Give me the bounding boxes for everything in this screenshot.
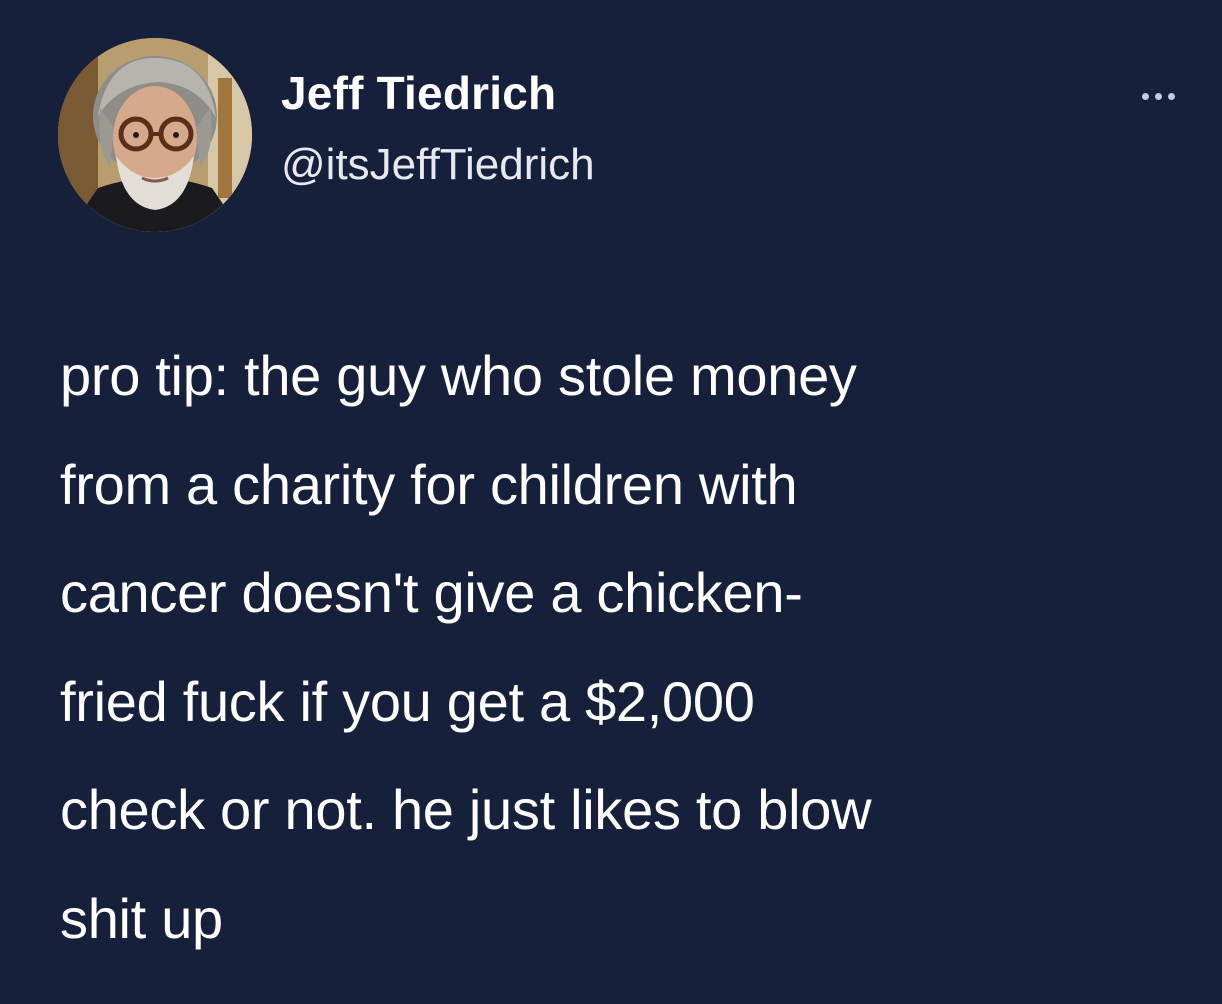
more-options-icon [1141,92,1149,100]
avatar[interactable] [58,38,252,232]
tweet-text-line: from a charity for children with [60,452,798,516]
more-options-icon [1154,92,1162,100]
author-name[interactable]: Jeff Tiedrich [281,66,556,120]
tweet-text-line: check or not. he just likes to blow [60,778,872,841]
more-options-icon [1167,92,1175,100]
tweet-text-line: shit up [60,886,223,950]
tweet-text-line: fried fuck if you get a $2,000 [60,669,755,733]
author-handle[interactable]: @itsJeffTiedrich [281,140,595,190]
tweet-text-line: pro tip: the guy who stole money [60,344,857,407]
profile-photo-icon [58,38,252,232]
more-options-button[interactable] [1128,82,1188,110]
tweet-card: Jeff Tiedrich @itsJeffTiedrich pro tip: … [0,0,1222,1004]
tweet-text: pro tip: the guy who stole money from a … [60,322,1170,973]
tweet-text-line: cancer doesn't give a chicken- [60,561,803,624]
